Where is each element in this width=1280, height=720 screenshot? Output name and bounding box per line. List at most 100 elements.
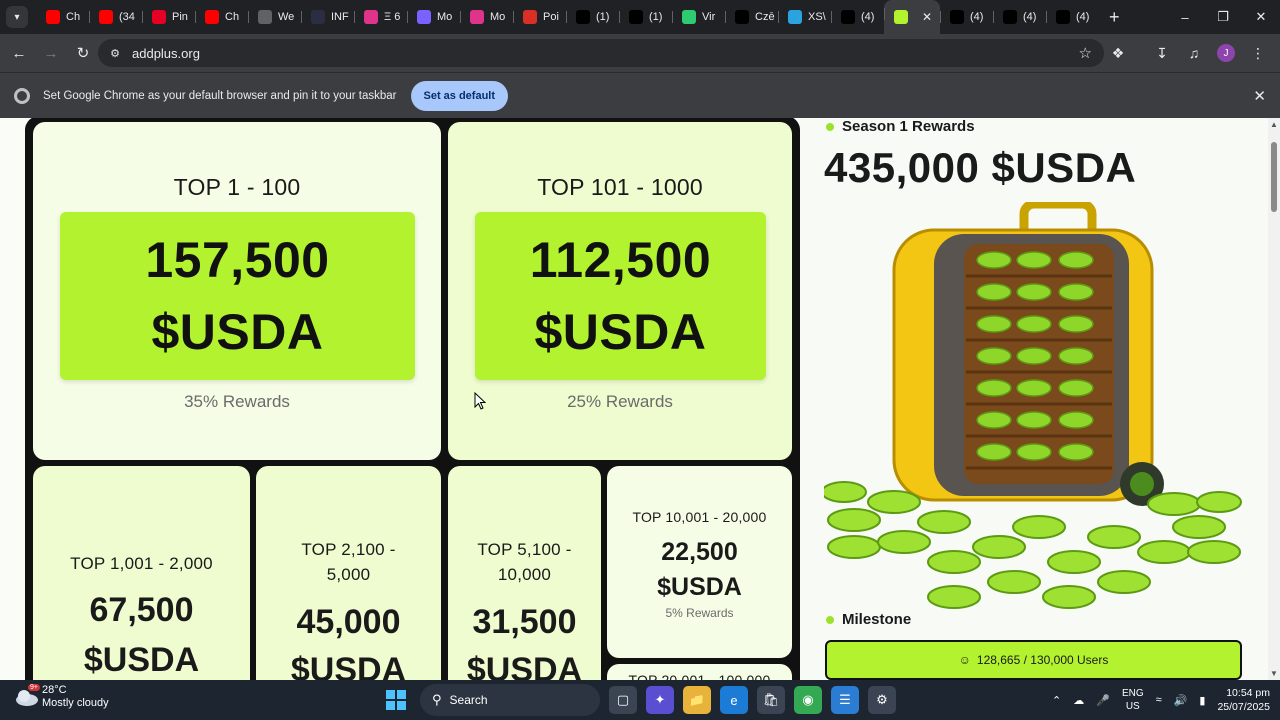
infobar-message: Set Google Chrome as your default browse…	[43, 89, 397, 102]
browser-tab[interactable]: Pin	[142, 3, 195, 31]
window-controls: – ❐ ✕	[1166, 0, 1280, 34]
tab-title: (4)	[861, 11, 875, 23]
browser-tab[interactable]: INF	[301, 3, 354, 31]
user-icon: ☺	[958, 653, 971, 667]
tab-close-icon[interactable]: ✕	[922, 10, 932, 24]
minimize-button[interactable]: –	[1166, 0, 1204, 34]
youtube-icon	[99, 10, 113, 24]
copilot-icon[interactable]: ✦	[646, 686, 674, 714]
page-scrollbar[interactable]: ▲ ▼	[1268, 118, 1280, 680]
edge-icon[interactable]: e	[720, 686, 748, 714]
tab-title: (4)	[1023, 11, 1037, 23]
weather-widget[interactable]: 9+ 28°C Mostly cloudy	[14, 684, 109, 710]
address-bar[interactable]: ⚙ addplus.org ☆	[98, 39, 1104, 67]
m-icon	[364, 10, 378, 24]
x-icon	[1056, 10, 1070, 24]
extensions-icon[interactable]: ❖	[1102, 38, 1134, 68]
browser-toolbar: ← → ↻ ⚙ addplus.org ☆ ❖ ↧ ♫ J ⋮	[0, 34, 1280, 72]
addplus-icon	[894, 10, 908, 24]
browser-tab[interactable]: Mo	[460, 3, 513, 31]
microphone-icon[interactable]: 🎤	[1096, 694, 1110, 707]
language-indicator[interactable]: ENG US	[1122, 687, 1144, 713]
mouse-cursor-icon	[474, 392, 486, 410]
browser-tab[interactable]: (1)	[566, 3, 619, 31]
tier-label: TOP 1 - 100	[173, 174, 301, 200]
restore-button[interactable]: ❐	[1204, 0, 1242, 34]
season-title: Season 1 Rewards	[842, 118, 975, 135]
scroll-up-icon[interactable]: ▲	[1270, 120, 1278, 129]
notepad-icon[interactable]: ☰	[831, 686, 859, 714]
reward-amount: 22,500	[661, 538, 738, 566]
tab-title: (4)	[970, 11, 984, 23]
date: 25/07/2025	[1217, 701, 1270, 713]
inf-icon	[311, 10, 325, 24]
browser-tab[interactable]: (4)	[831, 3, 884, 31]
browser-tab[interactable]: Ξ 6	[354, 3, 407, 31]
browser-tab[interactable]: (34	[89, 3, 142, 31]
reward-amount: 45,000	[296, 603, 401, 641]
web-page: TOP 1 - 100 157,500 $USDA 35% Rewards TO…	[0, 118, 1268, 680]
web-icon	[258, 10, 272, 24]
tier-label-line2: 10,000	[497, 565, 552, 584]
reward-amount: 112,500	[529, 232, 712, 288]
browser-tab[interactable]: (1)	[619, 3, 672, 31]
browser-tab[interactable]: (4)	[993, 3, 1046, 31]
browser-tab[interactable]: ✕	[884, 0, 940, 34]
infobar-close-icon[interactable]: ✕	[1253, 87, 1266, 105]
file-explorer-icon[interactable]: 📁	[683, 686, 711, 714]
reward-currency: $USDA	[83, 641, 200, 679]
scroll-down-icon[interactable]: ▼	[1270, 669, 1278, 678]
task-view-icon[interactable]: ▢	[609, 686, 637, 714]
forward-button[interactable]: →	[36, 38, 66, 68]
store-icon[interactable]: 🛍	[757, 686, 785, 714]
chrome-taskbar-icon[interactable]: ◉	[794, 686, 822, 714]
browser-tab[interactable]: We	[248, 3, 301, 31]
menu-kebab-icon[interactable]: ⋮	[1242, 38, 1274, 68]
browser-tab[interactable]: Czē	[725, 3, 778, 31]
set-as-default-button[interactable]: Set as default	[410, 80, 509, 111]
battery-icon[interactable]: ▮	[1199, 694, 1205, 707]
reward-card-top-5000: TOP 2,100 - 5,000 45,000 $USDA	[256, 466, 441, 680]
onedrive-icon[interactable]: ☁	[1073, 694, 1084, 707]
browser-tab[interactable]: (4)	[940, 3, 993, 31]
new-tab-button[interactable]: +	[1109, 7, 1120, 28]
temperature: 28°C	[42, 684, 67, 696]
reload-button[interactable]: ↻	[68, 38, 98, 68]
reward-card-top-20000: TOP 10,001 - 20,000 22,500 $USDA 5% Rewa…	[607, 466, 792, 658]
wifi-icon[interactable]: ≈	[1156, 694, 1162, 706]
chevron-up-icon[interactable]: ⌃	[1052, 694, 1061, 707]
bookmark-star-icon[interactable]: ☆	[1079, 44, 1092, 62]
toolbar-actions: ❖ ↧ ♫ J ⋮	[1102, 38, 1274, 68]
m-icon	[470, 10, 484, 24]
browser-tab[interactable]: XS\	[778, 3, 831, 31]
browser-tab[interactable]: Ch	[195, 3, 248, 31]
system-tray: ⌃ ☁ 🎤 ENG US ≈ 🔊 ▮ 10:54 pm 25/07/2025	[1040, 680, 1270, 720]
volume-icon[interactable]: 🔊	[1174, 694, 1188, 707]
tab-strip: ▾ Ch (34 Pin Ch We INF Ξ 6 Mo Mo Poi (1) (1) Vir Czē X…	[0, 0, 1280, 34]
windows-start-icon[interactable]	[386, 690, 406, 710]
browser-tab[interactable]: Poi	[513, 3, 566, 31]
settings-gear-icon[interactable]: ⚙	[868, 686, 896, 714]
browser-tab[interactable]: Vir	[672, 3, 725, 31]
x-icon	[950, 10, 964, 24]
site-info-icon[interactable]: ⚙	[104, 42, 126, 64]
browser-tab[interactable]: Mo	[407, 3, 460, 31]
browser-tab[interactable]: Ch	[36, 3, 89, 31]
lang-code: ENG	[1121, 688, 1144, 699]
reward-amount: 31,500	[472, 603, 577, 641]
tab-search-menu-button[interactable]: ▾	[6, 6, 28, 28]
clock[interactable]: 10:54 pm 25/07/2025	[1217, 686, 1270, 714]
close-window-button[interactable]: ✕	[1242, 0, 1280, 34]
reward-currency: $USDA	[657, 573, 742, 601]
url-text[interactable]: addplus.org	[132, 46, 200, 61]
app-icon	[417, 10, 431, 24]
download-icon[interactable]: ↧	[1146, 38, 1178, 68]
scrollbar-thumb[interactable]	[1271, 142, 1277, 212]
taskbar-search[interactable]: ⚲ Search	[420, 684, 600, 716]
profile-avatar[interactable]: J	[1217, 44, 1235, 62]
media-control-icon[interactable]: ♫	[1178, 38, 1210, 68]
search-icon: ⚲	[432, 692, 442, 707]
back-button[interactable]: ←	[4, 38, 34, 68]
tabs-container: Ch (34 Pin Ch We INF Ξ 6 Mo Mo Poi (1) (1) Vir Czē XS\…	[36, 0, 1099, 34]
browser-tab[interactable]: (4)	[1046, 3, 1099, 31]
